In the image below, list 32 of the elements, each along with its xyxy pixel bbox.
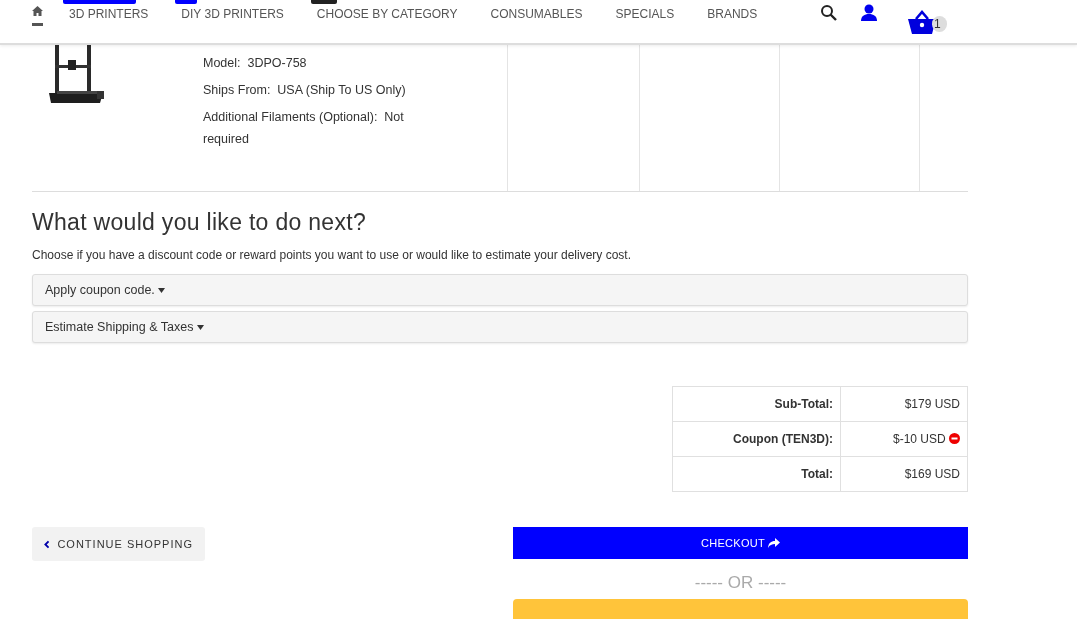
section-heading: What would you like to do next? (32, 209, 368, 236)
user-icon[interactable] (860, 4, 878, 21)
share-arrow-icon (768, 538, 781, 548)
accordion-toggle[interactable]: Estimate Shipping & Taxes (32, 311, 968, 343)
remove-icon[interactable] (949, 433, 960, 444)
table-cell: Sub-Total: (672, 386, 841, 422)
caret-icon (158, 288, 166, 294)
product-option: Ships From: USA (Ship To US Only) (203, 79, 427, 101)
continue-shopping-button[interactable]: CONTINUE SHOPPING (32, 527, 205, 561)
checkout-button[interactable]: CHECKOUT (513, 527, 968, 559)
table-cell: Coupon (TEN3D): (672, 421, 841, 457)
search-icon[interactable] (820, 4, 838, 22)
section-description: Choose if you have a discount code or reward points you want to use or would like to estimate your delivery cost. (32, 248, 632, 262)
nav-link[interactable]: BRANDS (701, 0, 764, 22)
table-cell: $169 USD (840, 456, 968, 492)
product-option: Additional Filaments (Optional): Not required (203, 106, 427, 150)
accordion-toggle[interactable]: Apply coupon code. (32, 274, 968, 306)
caret-icon (196, 325, 204, 331)
cart-count: 1 (932, 16, 947, 32)
nav-link[interactable]: CONSUMABLES (484, 0, 589, 22)
nav-link[interactable]: SPECIALS (609, 0, 681, 22)
basket-icon[interactable] (908, 10, 936, 34)
chevron-left-icon (44, 539, 50, 549)
table-cell: $-10 USD (840, 421, 968, 457)
table-cell: Total: (672, 456, 841, 492)
table-cell: $179 USD (840, 386, 968, 422)
or-separator: ----- OR ----- (694, 573, 787, 593)
home-icon[interactable] (32, 6, 43, 16)
nav-link[interactable]: DIY 3D PRINTERS (175, 0, 290, 22)
nav-link[interactable]: 3D PRINTERS (63, 0, 155, 22)
product-option: Model: 3DPO-758 (203, 52, 427, 74)
nav-link[interactable]: CHOOSE BY CATEGORY (310, 0, 464, 22)
